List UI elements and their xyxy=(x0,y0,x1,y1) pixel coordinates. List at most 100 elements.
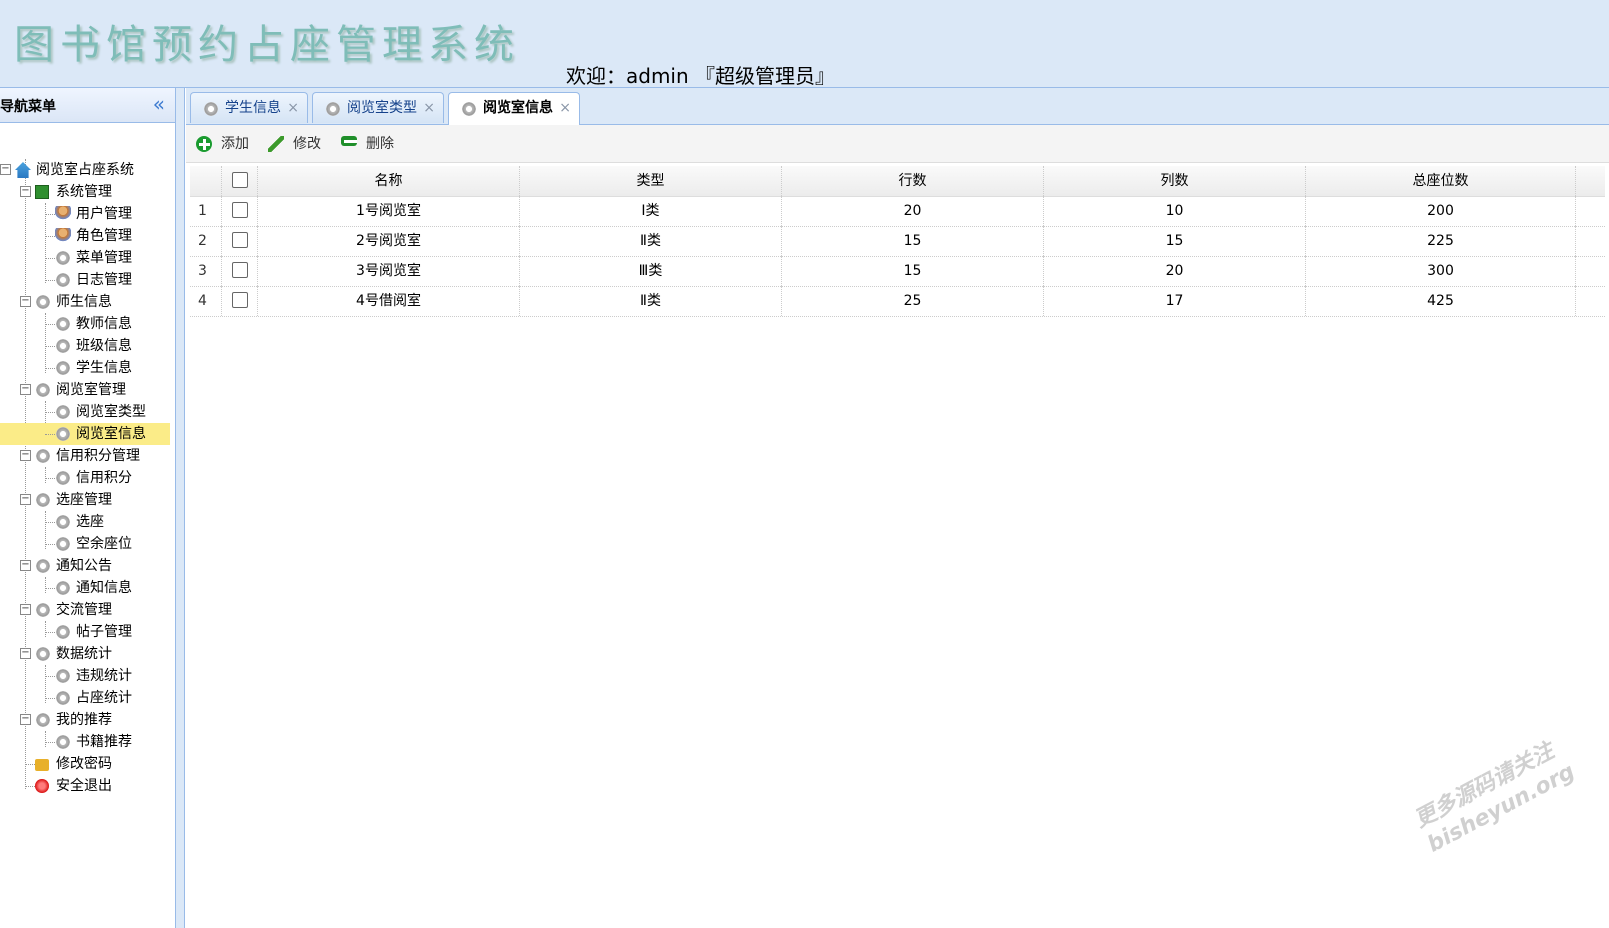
tree-node[interactable]: 角色管理 xyxy=(0,225,170,247)
table-row[interactable]: 2 2号阅览室 Ⅱ类 15 15 225 xyxy=(190,226,1605,257)
lock-icon xyxy=(35,759,49,771)
tree-node-label: 我的推荐 xyxy=(56,712,112,728)
tree-node[interactable]: 信用积分 xyxy=(0,467,170,489)
app-title: 图书馆预约占座管理系统 xyxy=(14,22,520,68)
tree-node[interactable]: 帖子管理 xyxy=(0,621,170,643)
column-header[interactable]: 类型 xyxy=(520,166,782,196)
collapse-toggle-icon[interactable]: − xyxy=(0,164,11,175)
tree-node[interactable]: 书籍推荐 xyxy=(0,731,170,753)
sidebar-splitter[interactable] xyxy=(176,88,185,928)
double-chevron-left-icon[interactable]: « xyxy=(153,92,165,116)
tree-node[interactable]: − 交流管理 xyxy=(0,599,170,621)
collapse-toggle-icon[interactable]: − xyxy=(20,384,31,395)
pencil-icon xyxy=(268,136,284,152)
tree-node[interactable]: − 阅览室管理 xyxy=(0,379,170,401)
column-header[interactable]: 列数 xyxy=(1044,166,1306,196)
table-row[interactable]: 1 1号阅览室 Ⅰ类 20 10 200 xyxy=(190,196,1605,227)
tab-label: 学生信息 xyxy=(225,100,281,116)
tree-node[interactable]: − 我的推荐 xyxy=(0,709,170,731)
gear-icon xyxy=(55,338,71,354)
collapse-toggle-icon[interactable]: − xyxy=(20,296,31,307)
table-row[interactable]: 4 4号借阅室 Ⅱ类 25 17 425 xyxy=(190,286,1605,317)
cell-total: 200 xyxy=(1306,196,1576,226)
tab-1[interactable]: 阅览室类型 × xyxy=(312,92,444,123)
tab-2[interactable]: 阅览室信息 × xyxy=(448,92,580,125)
gear-icon xyxy=(461,101,477,117)
column-header[interactable]: 名称 xyxy=(258,166,520,196)
cell-rows: 20 xyxy=(782,196,1044,226)
tree-node-label: 书籍推荐 xyxy=(76,734,132,750)
gear-icon xyxy=(55,514,71,530)
gear-icon xyxy=(55,624,71,640)
collapse-toggle-icon[interactable]: − xyxy=(20,560,31,571)
edit-button[interactable]: 修改 xyxy=(268,133,334,155)
collapse-toggle-icon[interactable]: − xyxy=(20,648,31,659)
tree-node[interactable]: 空余座位 xyxy=(0,533,170,555)
tree-node[interactable]: − 数据统计 xyxy=(0,643,170,665)
select-all-checkbox[interactable] xyxy=(232,172,248,188)
tree-node-label: 系统管理 xyxy=(56,184,112,200)
gear-icon xyxy=(55,316,71,332)
cell-cols: 10 xyxy=(1044,196,1306,226)
table-row[interactable]: 3 3号阅览室 Ⅲ类 15 20 300 xyxy=(190,256,1605,287)
row-checkbox[interactable] xyxy=(232,202,248,218)
tree-node[interactable]: 选座 xyxy=(0,511,170,533)
collapse-toggle-icon[interactable]: − xyxy=(20,186,31,197)
row-select-cell xyxy=(222,226,258,256)
row-checkbox[interactable] xyxy=(232,232,248,248)
welcome-text: 欢迎：admin 『超级管理员』 xyxy=(566,64,836,88)
gear-icon xyxy=(35,382,51,398)
tree-node[interactable]: 通知信息 xyxy=(0,577,170,599)
tree-node[interactable]: − 阅览室占座系统 xyxy=(0,159,170,181)
collapse-toggle-icon[interactable]: − xyxy=(20,494,31,505)
tab-bar: 学生信息 × 阅览室类型 × 阅览室信息 × xyxy=(186,88,1609,125)
tree-node-label: 阅览室类型 xyxy=(76,404,146,420)
close-icon[interactable]: × xyxy=(423,93,435,123)
close-icon[interactable]: × xyxy=(287,93,299,123)
header: 图书馆预约占座管理系统 欢迎：admin 『超级管理员』 xyxy=(0,0,1609,88)
tree-node[interactable]: 菜单管理 xyxy=(0,247,170,269)
tree-node[interactable]: 班级信息 xyxy=(0,335,170,357)
tab-0[interactable]: 学生信息 × xyxy=(190,92,308,123)
column-header[interactable]: 总座位数 xyxy=(1306,166,1576,196)
tree-node[interactable]: 教师信息 xyxy=(0,313,170,335)
row-checkbox[interactable] xyxy=(232,262,248,278)
add-button[interactable]: 添加 xyxy=(196,133,266,155)
row-checkbox[interactable] xyxy=(232,292,248,308)
delete-label: 删除 xyxy=(366,136,394,152)
collapse-toggle-icon[interactable]: − xyxy=(20,714,31,725)
tree-node[interactable]: 阅览室信息 xyxy=(0,423,170,445)
tree-node[interactable]: 日志管理 xyxy=(0,269,170,291)
tree-node-label: 通知公告 xyxy=(56,558,112,574)
tree-node-label: 信用积分 xyxy=(76,470,132,486)
collapse-toggle-icon[interactable]: − xyxy=(20,450,31,461)
tree-node[interactable]: 安全退出 xyxy=(0,775,170,797)
cell-rows: 15 xyxy=(782,256,1044,286)
tree-node[interactable]: 占座统计 xyxy=(0,687,170,709)
tree-node[interactable]: − 信用积分管理 xyxy=(0,445,170,467)
tree-node[interactable]: − 系统管理 xyxy=(0,181,170,203)
edit-label: 修改 xyxy=(293,136,321,152)
collapse-toggle-icon[interactable]: − xyxy=(20,604,31,615)
tree-node[interactable]: − 选座管理 xyxy=(0,489,170,511)
nav-sidebar: 导航菜单 « − 阅览室占座系统 − 系统管理 用户管理 角色管理 菜单管理 日志管理 − 师生信… xyxy=(0,88,176,928)
gear-icon xyxy=(35,646,51,662)
tree-node[interactable]: − 通知公告 xyxy=(0,555,170,577)
tree-node-label: 占座统计 xyxy=(76,690,132,706)
tree-node[interactable]: − 师生信息 xyxy=(0,291,170,313)
column-header[interactable]: 行数 xyxy=(782,166,1044,196)
tree-node[interactable]: 阅览室类型 xyxy=(0,401,170,423)
tree-node[interactable]: 修改密码 xyxy=(0,753,170,775)
delete-button[interactable]: 删除 xyxy=(341,133,407,155)
tree-node[interactable]: 用户管理 xyxy=(0,203,170,225)
gear-icon xyxy=(55,734,71,750)
gear-icon xyxy=(55,404,71,420)
menu-icon xyxy=(55,250,71,266)
sidebar-header: 导航菜单 « xyxy=(0,88,175,123)
tree-node[interactable]: 学生信息 xyxy=(0,357,170,379)
close-icon[interactable]: × xyxy=(559,93,571,123)
tree-node-label: 空余座位 xyxy=(76,536,132,552)
green-square-icon xyxy=(35,185,49,199)
tree-node[interactable]: 违规统计 xyxy=(0,665,170,687)
row-number: 3 xyxy=(190,256,222,286)
